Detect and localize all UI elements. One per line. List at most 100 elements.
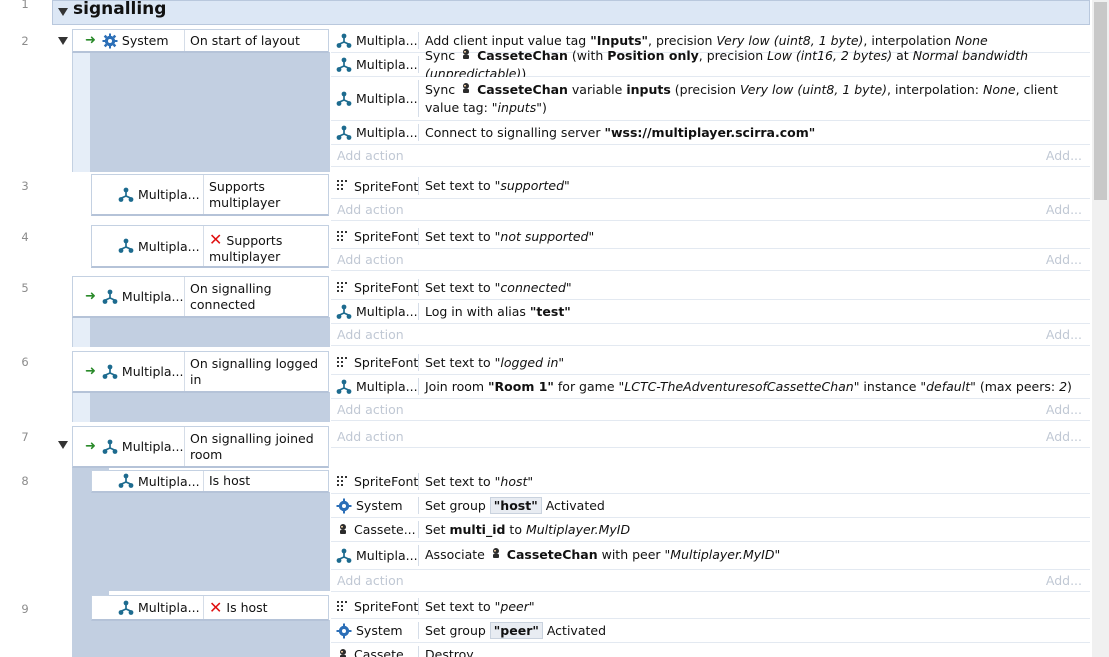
action-text-part: , interpolation: bbox=[887, 81, 983, 97]
condition-text: On signalling logged in bbox=[190, 355, 319, 387]
action-text: Sync CasseteChan (with Position only, pr… bbox=[425, 48, 1082, 81]
add-action-link[interactable]: Add action bbox=[337, 148, 404, 163]
condition-row[interactable]: Multipla... Supports multiplayer bbox=[91, 174, 329, 216]
condition-row[interactable]: ➜ Multipla... On signalling logged in bbox=[72, 351, 329, 393]
action-text-part: Associate bbox=[425, 546, 489, 562]
action-row[interactable]: Multipla... Join room "Room 1" for game "… bbox=[331, 375, 1090, 399]
condition-row[interactable]: ➜ System On start of layout bbox=[72, 29, 329, 53]
collapse-arrow-icon[interactable] bbox=[58, 8, 68, 16]
action-row[interactable]: SpriteFont Set text to "connected" bbox=[331, 276, 1090, 300]
action-text-part: CasseteChan bbox=[477, 81, 568, 97]
add-action-row[interactable]: Add action Add... bbox=[331, 145, 1090, 167]
action-row[interactable]: Multipla... Associate CasseteChan with pe… bbox=[331, 542, 1090, 570]
add-action-row[interactable]: Add action Add... bbox=[331, 426, 1090, 448]
action-row[interactable]: SpriteFont Set text to "host" bbox=[331, 470, 1090, 494]
multiplayer-icon bbox=[102, 289, 118, 305]
condition-row[interactable]: ➜ Multipla... On signalling joined room bbox=[72, 426, 329, 468]
add-action-link[interactable]: Add action bbox=[337, 402, 404, 417]
action-object: SpriteFont bbox=[354, 178, 418, 194]
event-margin bbox=[90, 392, 330, 422]
action-text: Sync CasseteChan variable inputs (precis… bbox=[425, 77, 1082, 120]
multiplayer-icon bbox=[102, 364, 118, 380]
event-margin bbox=[109, 620, 330, 657]
spritefont-icon bbox=[336, 475, 350, 489]
group-header[interactable]: signalling bbox=[52, 0, 1090, 25]
add-action-row[interactable]: Add action Add... bbox=[331, 399, 1090, 421]
action-text-part: "test" bbox=[529, 303, 571, 319]
trigger-arrow-icon: ➜ bbox=[85, 289, 96, 304]
action-text-part: "logged in" bbox=[494, 354, 565, 370]
action-object: SpriteFont bbox=[354, 474, 418, 489]
condition-row[interactable]: Multipla... Is host bbox=[91, 470, 329, 493]
add-action-link[interactable]: Add action bbox=[337, 252, 404, 267]
action-text-part: "default" bbox=[920, 378, 976, 394]
action-object: Multipla... bbox=[356, 33, 418, 48]
action-text-part: Set text to bbox=[425, 178, 495, 193]
add-action-link[interactable]: Add action bbox=[337, 573, 404, 588]
condition-object: Multipla... bbox=[138, 473, 200, 489]
invert-cross-icon: ✕ bbox=[209, 597, 223, 617]
line-number: 1 bbox=[21, 0, 29, 11]
action-row[interactable]: Cassete... Set multi_id to Multiplayer.My… bbox=[331, 518, 1090, 542]
action-text-part: , precision bbox=[648, 32, 717, 48]
sprite-icon bbox=[336, 523, 350, 537]
action-row[interactable]: SpriteFont Set text to "supported" bbox=[331, 174, 1090, 199]
action-text-part: , interpolation bbox=[863, 32, 956, 48]
condition-object: System bbox=[121, 33, 169, 48]
action-text-part: Set group bbox=[425, 497, 490, 513]
add-more-link[interactable]: Add... bbox=[1046, 429, 1082, 444]
add-action-link[interactable]: Add action bbox=[337, 202, 404, 217]
condition-row[interactable]: Multipla... ✕ Is host bbox=[91, 595, 329, 621]
add-more-link[interactable]: Add... bbox=[1046, 327, 1082, 342]
action-text-part: Join room bbox=[425, 378, 489, 394]
collapse-arrow-icon[interactable] bbox=[58, 441, 68, 449]
action-row[interactable]: Cassete... Destroy bbox=[331, 643, 1090, 657]
action-text: Set text to "peer" bbox=[425, 595, 1082, 618]
action-row[interactable]: Multipla... Sync CasseteChan variable inp… bbox=[331, 77, 1090, 121]
action-text-part: None bbox=[955, 32, 988, 48]
condition-row[interactable]: Multipla... ✕ Supports multiplayer bbox=[91, 225, 329, 268]
add-more-link[interactable]: Add... bbox=[1046, 148, 1082, 163]
action-object: Cassete... bbox=[354, 522, 416, 537]
action-text-part: Sync bbox=[425, 47, 460, 63]
add-action-row[interactable]: Add action Add... bbox=[331, 199, 1090, 221]
event-margin bbox=[90, 317, 330, 347]
action-text: Destroy bbox=[425, 643, 1082, 657]
add-action-row[interactable]: Add action Add... bbox=[331, 249, 1090, 271]
action-row[interactable]: Multipla... Connect to signalling server … bbox=[331, 121, 1090, 145]
add-more-link[interactable]: Add... bbox=[1046, 573, 1082, 588]
action-row[interactable]: Multipla... Sync CasseteChan (with Positi… bbox=[331, 48, 1090, 81]
action-text-part: Very low (uint8, 1 byte) bbox=[716, 32, 864, 48]
action-text-part: instance bbox=[859, 378, 921, 394]
action-text-part: "Room 1" bbox=[488, 378, 554, 394]
system-gear-icon bbox=[336, 623, 352, 639]
scrollbar-thumb[interactable] bbox=[1094, 2, 1107, 200]
add-action-link[interactable]: Add action bbox=[337, 327, 404, 342]
line-number: 3 bbox=[21, 179, 29, 193]
action-text-part: , precision bbox=[698, 47, 768, 63]
add-more-link[interactable]: Add... bbox=[1046, 252, 1082, 267]
add-action-link[interactable]: Add action bbox=[337, 429, 404, 444]
action-row[interactable]: SpriteFont Set text to "logged in" bbox=[331, 351, 1090, 375]
add-action-row[interactable]: Add action Add... bbox=[331, 570, 1090, 592]
action-text: Set group "peer" Activated bbox=[425, 619, 1082, 642]
action-text-part: Set text to bbox=[425, 228, 495, 244]
line-number: 8 bbox=[21, 474, 29, 488]
action-row[interactable]: System Set group "peer" Activated bbox=[331, 619, 1090, 643]
action-text-part: Set text to bbox=[425, 473, 495, 489]
add-more-link[interactable]: Add... bbox=[1046, 402, 1082, 417]
collapse-arrow-icon[interactable] bbox=[58, 37, 68, 45]
multiplayer-icon bbox=[336, 548, 352, 564]
action-row[interactable]: System Set group "host" Activated bbox=[331, 494, 1090, 518]
condition-row[interactable]: ➜ Multipla... On signalling connected bbox=[72, 276, 329, 318]
add-more-link[interactable]: Add... bbox=[1046, 202, 1082, 217]
action-row[interactable]: SpriteFont Set text to "not supported" bbox=[331, 225, 1090, 249]
spritefont-icon bbox=[336, 356, 350, 370]
spritefont-icon bbox=[336, 281, 350, 295]
action-row[interactable]: Multipla... Log in with alias "test" bbox=[331, 300, 1090, 324]
add-action-row[interactable]: Add action Add... bbox=[331, 324, 1090, 346]
multiplayer-icon bbox=[118, 473, 134, 489]
multiplayer-icon bbox=[118, 600, 134, 616]
action-row[interactable]: SpriteFont Set text to "peer" bbox=[331, 595, 1090, 619]
action-object: SpriteFont bbox=[354, 355, 418, 370]
